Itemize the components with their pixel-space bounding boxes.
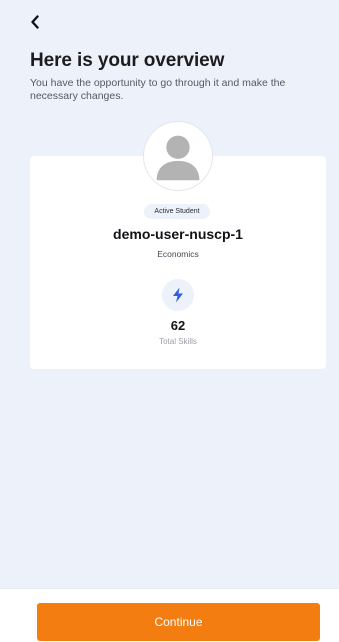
back-button[interactable] [24, 11, 46, 33]
user-avatar-icon [156, 135, 200, 181]
program-name: Economics [157, 249, 199, 259]
avatar [143, 121, 213, 191]
page-title: Here is your overview [30, 50, 225, 71]
lightning-bolt-icon [173, 287, 183, 303]
status-badge: Active Student [144, 204, 210, 219]
username: demo-user-nuscp-1 [113, 226, 243, 242]
skills-icon-badge [162, 279, 194, 311]
skills-label: Total Skills [159, 337, 197, 346]
continue-button[interactable]: Continue [37, 603, 320, 641]
overview-screen: Here is your overview You have the oppor… [0, 0, 339, 588]
page-subtitle: You have the opportunity to go through i… [30, 77, 286, 102]
skills-count: 62 [170, 318, 186, 333]
chevron-left-icon [31, 15, 39, 29]
